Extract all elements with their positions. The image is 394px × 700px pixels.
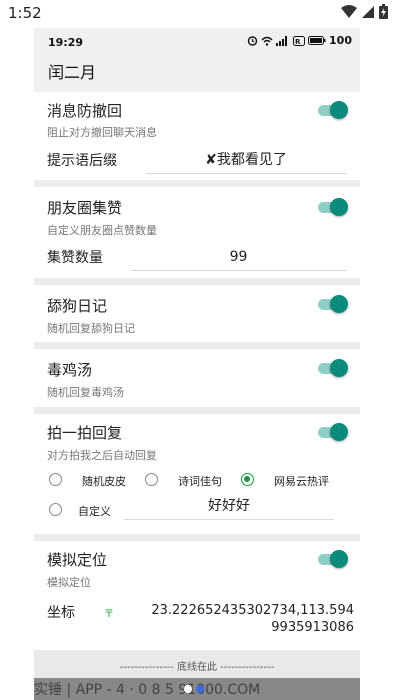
page-dot-active — [196, 685, 204, 693]
radio-label: 网易云热评 — [274, 475, 329, 488]
radio-random-pipi[interactable] — [49, 473, 62, 486]
soup-title: 毒鸡汤 — [47, 361, 93, 379]
divider — [34, 180, 360, 187]
watermark-text: 实锤 | APP - 4 · 0 8 5 91000.COM — [34, 682, 261, 698]
hd-icon: R — [293, 35, 306, 46]
pat-custom-input[interactable]: 好好好 — [124, 496, 334, 520]
section-recall: 消息防撤回 阻止对方撤回聊天消息 提示语后缀 ✘我都看见了 — [34, 92, 360, 180]
svg-text:R: R — [295, 38, 301, 46]
moments-title: 朋友圈集赞 — [47, 199, 123, 217]
location-subtitle: 模拟定位 — [47, 576, 91, 589]
system-status-icons — [341, 4, 388, 19]
system-status-bar: 1:52 — [0, 0, 394, 28]
bottom-line-text: --------------- 底线在此 --------------- — [119, 662, 275, 673]
app-title: 闰二月 — [48, 63, 97, 82]
alarm-icon — [247, 36, 258, 46]
soup-subtitle: 随机回复毒鸡汤 — [47, 386, 124, 399]
coord-label: 坐标 — [47, 605, 75, 621]
coord-value[interactable]: 23.222652435302734,113.5949935913086 — [144, 602, 354, 636]
diary-toggle[interactable] — [318, 295, 348, 313]
radio-custom[interactable] — [49, 503, 62, 516]
radio-label: 诗词佳句 — [178, 475, 222, 488]
page-indicator — [184, 685, 204, 693]
likes-count-input[interactable]: 99 — [131, 247, 346, 271]
soup-toggle[interactable] — [318, 359, 348, 377]
recall-subtitle: 阻止对方撤回聊天消息 — [47, 126, 157, 139]
divider — [34, 534, 360, 541]
pat-subtitle: 对方拍我之后自动回复 — [47, 449, 157, 462]
diary-subtitle: 随机回复舔狗日记 — [47, 322, 135, 335]
radio-label: 自定义 — [78, 505, 111, 518]
divider — [34, 342, 360, 349]
diary-title: 舔狗日记 — [47, 297, 108, 315]
pat-toggle[interactable] — [318, 423, 348, 441]
pat-options-row: 随机皮皮 诗词佳句 网易云热评 — [34, 470, 360, 490]
wifi-icon — [261, 36, 273, 46]
wifi-icon — [341, 4, 357, 18]
divider — [34, 407, 360, 414]
radio-netease-comments[interactable] — [241, 473, 254, 486]
inner-status-bar: 19:29 R 100 — [34, 28, 360, 56]
pat-title: 拍一拍回复 — [47, 424, 123, 442]
bottom-bar: --------------- 底线在此 --------------- — [34, 650, 360, 678]
location-pick-icon[interactable]: 〒 — [104, 605, 114, 620]
location-title: 模拟定位 — [47, 551, 108, 569]
battery-charging-icon — [379, 4, 388, 19]
battery-level: 100 — [329, 34, 352, 47]
suffix-label: 提示语后缀 — [47, 153, 117, 169]
likes-count-label: 集赞数量 — [47, 250, 103, 266]
inner-time: 19:29 — [48, 36, 84, 49]
app-screen: 19:29 R 100 闰二月 消息防撤回 阻止对方撤回聊天消息 提示语后缀 ✘… — [34, 28, 360, 700]
system-time: 1:52 — [8, 4, 42, 22]
section-diary: 舔狗日记 随机回复舔狗日记 — [34, 285, 360, 341]
signal-icon — [276, 35, 288, 46]
battery-icon — [308, 36, 326, 45]
section-pat: 拍一拍回复 对方拍我之后自动回复 随机皮皮 诗词佳句 网易云热评 自定义 好好好 — [34, 414, 360, 534]
section-moments: 朋友圈集赞 自定义朋友圈点赞数量 集赞数量 99 — [34, 187, 360, 275]
suffix-input[interactable]: ✘我都看见了 — [146, 150, 346, 174]
radio-poetry[interactable] — [145, 473, 158, 486]
section-location: 模拟定位 模拟定位 坐标 〒 23.222652435302734,113.59… — [34, 541, 360, 650]
section-soup: 毒鸡汤 随机回复毒鸡汤 — [34, 349, 360, 405]
page-dot — [184, 685, 192, 693]
radio-label: 随机皮皮 — [82, 475, 126, 488]
divider — [34, 278, 360, 285]
app-bar: 闰二月 — [34, 56, 360, 92]
recall-title: 消息防撤回 — [47, 102, 123, 120]
moments-toggle[interactable] — [318, 198, 348, 216]
recall-toggle[interactable] — [318, 101, 348, 119]
location-toggle[interactable] — [318, 550, 348, 568]
signal-icon — [362, 5, 374, 18]
inner-status-icons: R 100 — [247, 34, 352, 47]
moments-subtitle: 自定义朋友圈点赞数量 — [47, 224, 157, 237]
